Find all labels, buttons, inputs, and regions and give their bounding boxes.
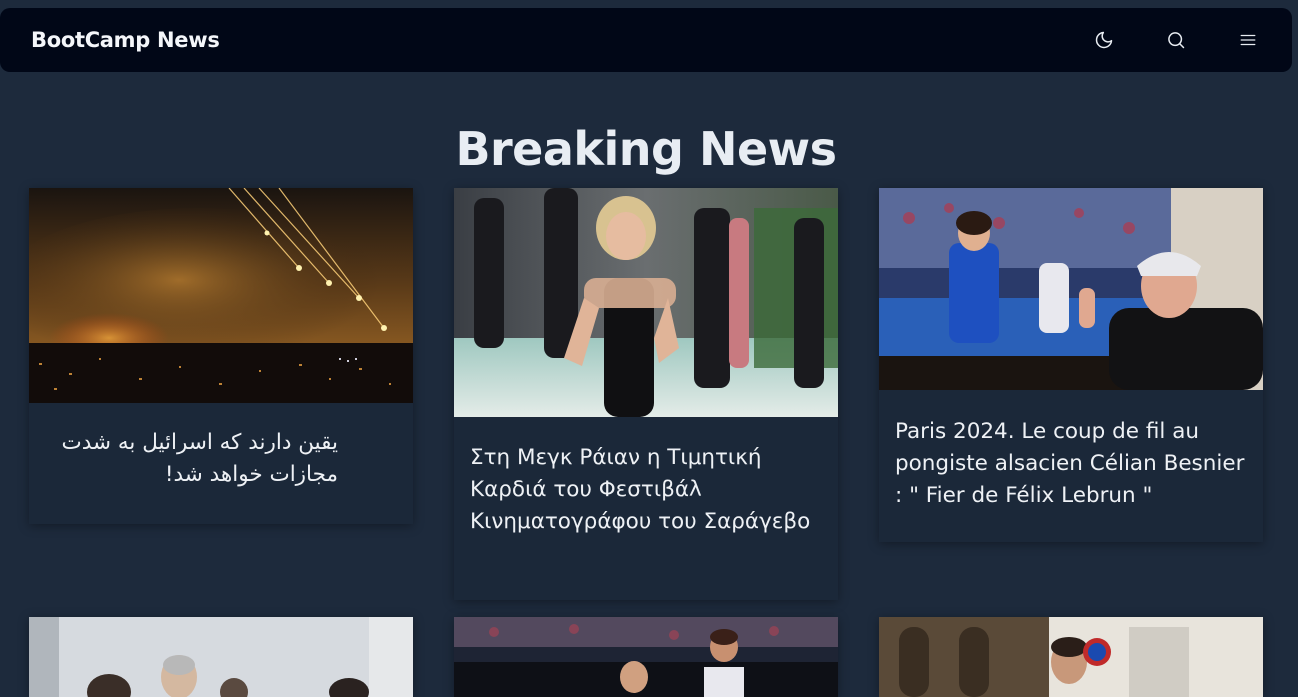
news-card[interactable] [29,617,413,697]
moon-icon [1095,31,1113,49]
news-card[interactable]: Στη Μεγκ Ράιαν η Τιμητική Καρδιά του Φεσ… [454,188,838,600]
article-image[interactable] [879,188,1263,390]
article-image[interactable] [879,617,1263,697]
article-image[interactable] [29,617,413,697]
top-navbar: BootCamp News [0,8,1292,72]
brand-logo[interactable]: BootCamp News [31,28,220,52]
article-headline[interactable]: Στη Μεγκ Ράιαν η Τιμητική Καρδιά του Φεσ… [454,442,838,538]
article-image[interactable] [454,617,838,697]
search-button[interactable] [1162,26,1190,54]
news-card[interactable] [454,617,838,697]
news-card[interactable]: یقین دارند که اسرائیل به شدت مجازات خواه… [29,188,413,524]
article-headline[interactable]: Paris 2024. Le coup de fil au pongiste a… [879,416,1263,512]
menu-button[interactable] [1234,26,1262,54]
article-image[interactable] [454,188,838,417]
search-icon [1168,32,1185,49]
menu-icon [1240,34,1256,46]
navbar-actions [1090,26,1262,54]
theme-toggle-button[interactable] [1090,26,1118,54]
news-card[interactable]: Paris 2024. Le coup de fil au pongiste a… [879,188,1263,542]
news-card[interactable] [879,617,1263,697]
article-headline[interactable]: یقین دارند که اسرائیل به شدت مجازات خواه… [29,427,413,491]
page-title: Breaking News [455,122,837,176]
article-image[interactable] [29,188,413,403]
